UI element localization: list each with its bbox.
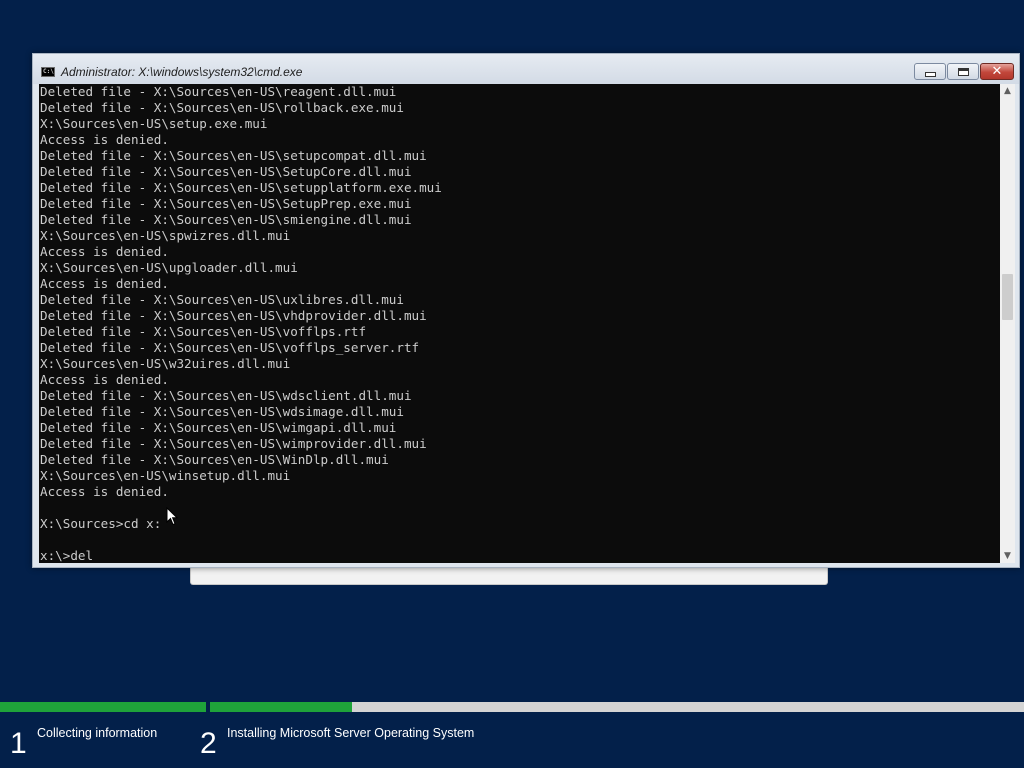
console-line: Access is denied.: [40, 276, 169, 291]
step-1-label: Collecting information: [37, 726, 158, 740]
cmd-window[interactable]: C:\ Administrator: X:\windows\system32\c…: [32, 53, 1020, 568]
step-2-number: 2: [200, 727, 217, 760]
console-line: Deleted file - X:\Sources\en-US\SetupCor…: [40, 164, 412, 179]
step-1-number: 1: [10, 727, 27, 760]
console-line: Deleted file - X:\Sources\en-US\WinDlp.d…: [40, 452, 389, 467]
console-line: Deleted file - X:\Sources\en-US\setuppla…: [40, 180, 442, 195]
setup-steps: 1 Collecting information 2 Installing Mi…: [0, 712, 1024, 768]
console-line: X:\Sources\en-US\w32uires.dll.mui: [40, 356, 291, 371]
console-line: X:\Sources\en-US\spwizres.dll.mui: [40, 228, 291, 243]
console-line: Deleted file - X:\Sources\en-US\smiengin…: [40, 212, 412, 227]
close-icon: ✕: [991, 64, 1003, 79]
step-2-label: Installing Microsoft Server Operating Sy…: [227, 726, 475, 740]
console-line: Deleted file - X:\Sources\en-US\wdsimage…: [40, 404, 404, 419]
console-line: x:\>del: [40, 548, 94, 563]
title-bar[interactable]: C:\ Administrator: X:\windows\system32\c…: [33, 54, 1019, 84]
console-lines: Deleted file - X:\Sources\en-US\reagent.…: [39, 84, 1000, 563]
console-line: Access is denied.: [40, 132, 169, 147]
vertical-scrollbar[interactable]: ▲ ▼: [1000, 84, 1015, 563]
console-line: X:\Sources\en-US\setup.exe.mui: [40, 116, 268, 131]
maximize-button[interactable]: [947, 63, 979, 80]
console-line: Access is denied.: [40, 484, 169, 499]
scroll-up-icon[interactable]: ▲: [1000, 84, 1015, 98]
minimize-icon: [924, 71, 936, 77]
console-line: Access is denied.: [40, 372, 169, 387]
maximize-icon: [957, 67, 969, 76]
console-line: Deleted file - X:\Sources\en-US\vofflps_…: [40, 340, 420, 355]
console-line: X:\Sources>cd x:: [40, 516, 162, 531]
console-line: Deleted file - X:\Sources\en-US\vofflps.…: [40, 324, 367, 339]
console-line: Deleted file - X:\Sources\en-US\wimprovi…: [40, 436, 427, 451]
console-line: X:\Sources\en-US\upgloader.dll.mui: [40, 260, 298, 275]
console-line: Deleted file - X:\Sources\en-US\wimgapi.…: [40, 420, 397, 435]
scrollbar-thumb[interactable]: [1002, 274, 1013, 320]
progress-fill-installing: [210, 702, 352, 712]
cmd-icon: C:\: [41, 67, 55, 77]
console-line: Deleted file - X:\Sources\en-US\SetupPre…: [40, 196, 412, 211]
minimize-button[interactable]: [914, 63, 946, 80]
scroll-down-icon[interactable]: ▼: [1000, 549, 1015, 563]
setup-progress-bar: [0, 702, 1024, 712]
console-line: Access is denied.: [40, 244, 169, 259]
console-line: X:\Sources\en-US\winsetup.dll.mui: [40, 468, 291, 483]
progress-fill-collecting: [0, 702, 206, 712]
window-title: Administrator: X:\windows\system32\cmd.e…: [61, 65, 303, 79]
console-line: Deleted file - X:\Sources\en-US\wdsclien…: [40, 388, 412, 403]
console-output[interactable]: Deleted file - X:\Sources\en-US\reagent.…: [39, 84, 1000, 563]
progress-segment-installing: [210, 702, 1024, 712]
console-line: Deleted file - X:\Sources\en-US\rollback…: [40, 100, 404, 115]
console-line: Deleted file - X:\Sources\en-US\vhdprovi…: [40, 308, 427, 323]
console-line: Deleted file - X:\Sources\en-US\uxlibres…: [40, 292, 404, 307]
close-button[interactable]: ✕: [980, 63, 1014, 80]
progress-segment-collecting: [0, 702, 206, 712]
console-line: Deleted file - X:\Sources\en-US\setupcom…: [40, 148, 427, 163]
setup-dialog-background: [190, 566, 828, 585]
console-line: Deleted file - X:\Sources\en-US\reagent.…: [40, 84, 397, 99]
mouse-pointer-icon: [166, 507, 178, 526]
